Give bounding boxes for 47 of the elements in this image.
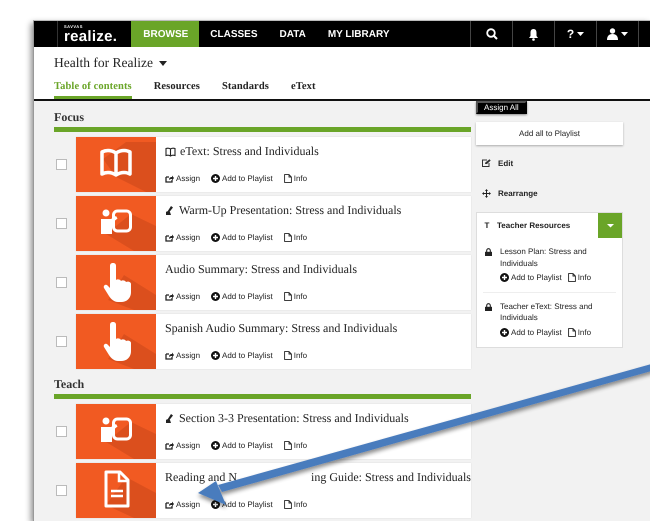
info-link[interactable]: Info: [568, 272, 592, 284]
panel-title: Teacher Resources: [497, 221, 572, 230]
add-to-playlist-link[interactable]: Add to Playlist: [211, 500, 273, 509]
resource-title[interactable]: Spanish Audio Summary: Stress and Individuals: [165, 321, 398, 336]
add-to-playlist-link[interactable]: Add to Playlist: [211, 233, 273, 242]
info-link[interactable]: Info: [284, 441, 308, 450]
add-to-playlist-link[interactable]: Add to Playlist: [211, 174, 273, 183]
resource-type-letter: T: [484, 221, 490, 230]
resource-title[interactable]: Section 3-3 Presentation: Stress and Individuals: [179, 411, 409, 426]
nav-tab[interactable]: CLASSES: [199, 21, 269, 47]
info-link[interactable]: Info: [568, 326, 592, 339]
assign-link[interactable]: Assign: [165, 292, 200, 301]
info-link[interactable]: Info: [284, 174, 308, 183]
info-link[interactable]: Info: [284, 292, 308, 301]
section-title: Teach: [54, 377, 86, 391]
resource-title[interactable]: Teacher eText: Stress and Individuals: [500, 300, 606, 324]
course-tab[interactable]: Standards: [222, 79, 269, 99]
resource-title[interactable]: Reading and N: [165, 470, 237, 485]
info-link[interactable]: Info: [284, 500, 308, 509]
info-link[interactable]: Info: [284, 233, 308, 242]
info-link[interactable]: Info: [284, 351, 308, 360]
resource-title[interactable]: Lesson Plan: Stress and Individuals: [500, 246, 612, 270]
assign-link[interactable]: Assign: [165, 500, 200, 509]
course-tab[interactable]: Resources: [154, 79, 200, 99]
add-to-playlist-link[interactable]: Add to Playlist: [211, 441, 273, 450]
resource-title[interactable]: Warm-Up Presentation: Stress and Individuals: [179, 203, 402, 218]
resource-title[interactable]: Audio Summary: Stress and Individuals: [165, 262, 357, 277]
section-title: Focus: [54, 110, 85, 124]
assign-link[interactable]: Assign: [165, 174, 200, 183]
resource-title[interactable]: ing Guide: Stress and Individuals: [310, 470, 471, 485]
edit-link[interactable]: Edit: [482, 157, 623, 169]
course-title[interactable]: Health for Realize: [54, 55, 153, 71]
resource-title[interactable]: eText: Stress and Individuals: [180, 144, 319, 159]
add-to-playlist-link[interactable]: Add to Playlist: [500, 272, 562, 284]
nav-tab[interactable]: DATA: [268, 21, 317, 47]
assign-link[interactable]: Assign: [165, 233, 200, 242]
assign-link[interactable]: Assign: [165, 441, 200, 450]
add-to-playlist-link[interactable]: Add to Playlist: [500, 326, 562, 339]
add-to-playlist-link[interactable]: Add to Playlist: [211, 351, 273, 360]
add-to-playlist-link[interactable]: Add to Playlist: [211, 292, 273, 301]
add-all-to-playlist-button[interactable]: Add all to Playlist: [476, 122, 623, 145]
nav-tab[interactable]: MY LIBRARY: [316, 21, 400, 47]
assign-all-button[interactable]: Assign All: [476, 101, 527, 114]
help-button[interactable]: ?: [566, 27, 574, 41]
assign-link[interactable]: Assign: [165, 351, 200, 360]
course-tab[interactable]: eText: [290, 79, 316, 99]
rearrange-link[interactable]: Rearrange: [482, 187, 623, 199]
